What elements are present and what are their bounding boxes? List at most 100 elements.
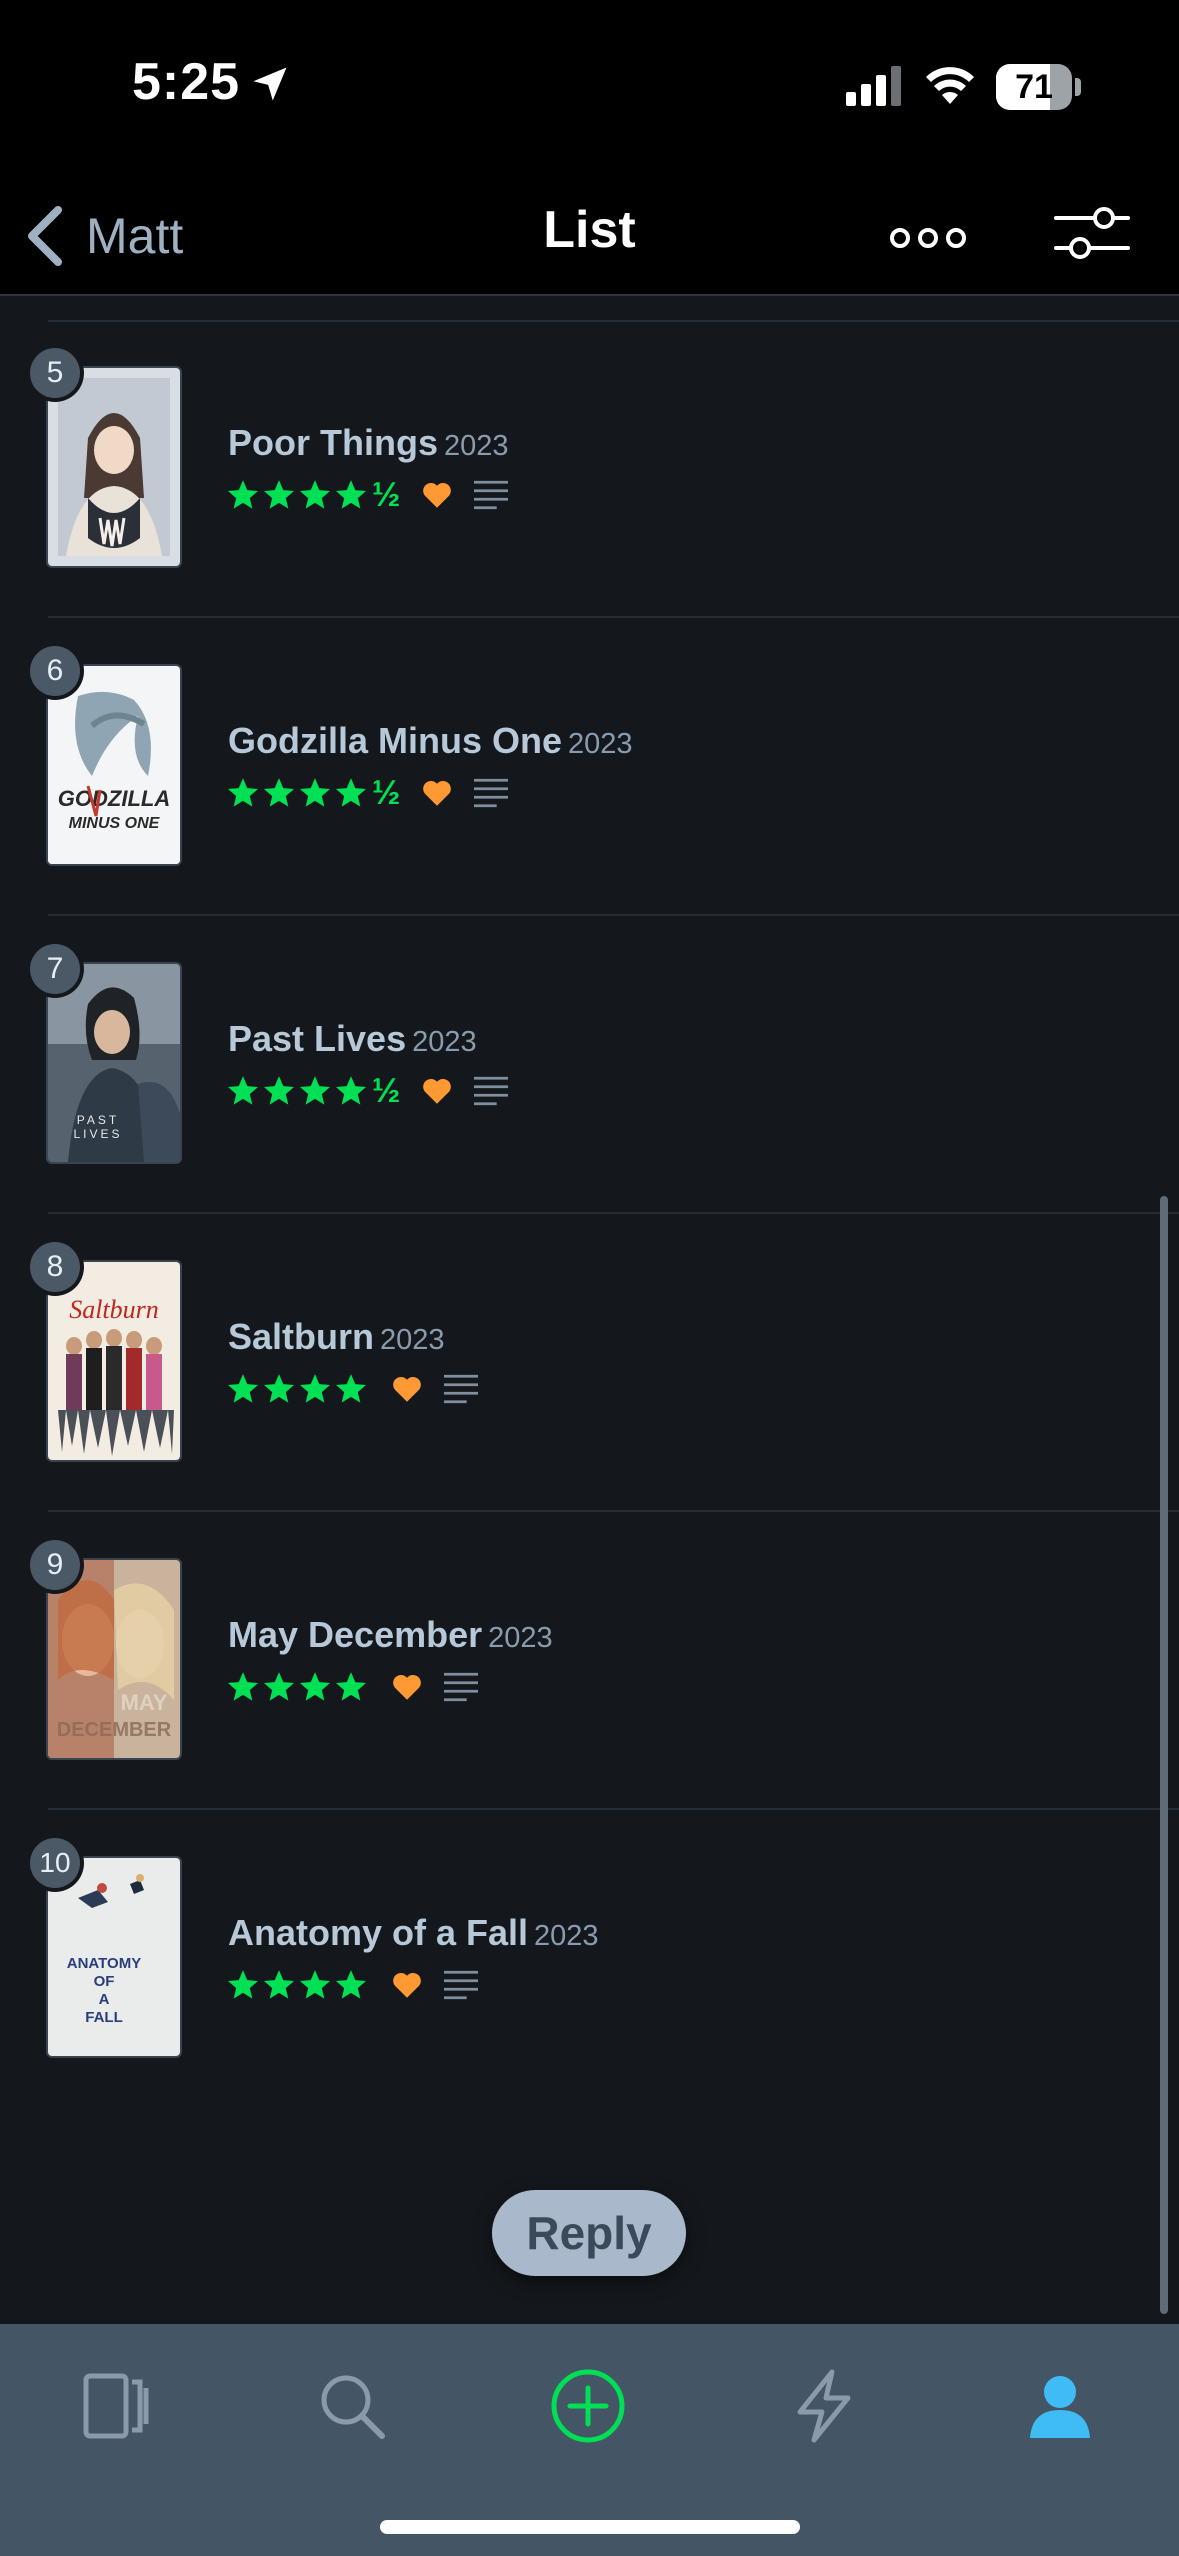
status-bar: 5:25 71 [0, 0, 1179, 170]
svg-text:LIVES: LIVES [73, 1127, 122, 1141]
star-icon [335, 480, 367, 509]
poster-godzilla: GODZILLA MINUS ONE [48, 666, 180, 864]
list-item[interactable]: PAST LIVES 7 Past Lives 2023 ½ [0, 916, 1179, 1214]
svg-text:A: A [99, 1991, 110, 2008]
star-icon [299, 1970, 331, 1999]
svg-text:MAY: MAY [121, 1690, 168, 1715]
review-lines-icon [444, 1672, 478, 1702]
tab-films[interactable] [66, 2356, 166, 2456]
chevron-left-icon [28, 206, 62, 266]
star-icon [227, 1374, 259, 1403]
list-item[interactable]: MAY DECEMBER 9 May December 2023 [0, 1512, 1179, 1810]
svg-text:ANATOMY: ANATOMY [67, 1955, 141, 1972]
film-poster[interactable] [48, 368, 180, 566]
film-poster[interactable]: ANATOMY OF A FALL [48, 1858, 180, 2056]
more-options-icon[interactable] [888, 218, 968, 258]
star-icon [299, 1076, 331, 1105]
review-lines-icon [474, 1076, 509, 1106]
film-meta [226, 1366, 480, 1412]
film-title: Anatomy of a Fall [228, 1912, 529, 1953]
tab-search[interactable] [302, 2356, 402, 2456]
star-icon [299, 1374, 331, 1403]
reply-button[interactable]: Reply [492, 2190, 686, 2276]
star-rating: ½ [226, 1074, 400, 1108]
poster-text: PAST [77, 1113, 119, 1127]
film-title: Saltburn [228, 1316, 375, 1357]
film-title: Godzilla Minus One [228, 720, 563, 761]
film-poster[interactable]: GODZILLA MINUS ONE [48, 666, 180, 864]
scrollbar[interactable] [1160, 1196, 1168, 2314]
film-poster[interactable]: PAST LIVES [48, 964, 180, 1162]
star-icon [263, 1672, 295, 1701]
rank-badge: 6 [30, 646, 80, 696]
location-arrow-icon [253, 67, 287, 101]
star-icon [335, 1374, 367, 1403]
film-year: 2023 [488, 1622, 553, 1654]
review-lines-icon [474, 480, 509, 510]
poster-poor-things [48, 368, 180, 566]
rank-badge: 5 [30, 348, 80, 398]
heart-icon [423, 482, 452, 508]
poster-saltburn: Saltburn [48, 1262, 180, 1460]
rank-badge: 10 [30, 1838, 80, 1888]
half-star-icon: ½ [372, 476, 401, 514]
battery-percent: 71 [1015, 68, 1053, 106]
heart-icon [423, 780, 452, 806]
filter-sliders-icon[interactable] [1052, 198, 1132, 268]
home-indicator [380, 2520, 800, 2534]
wifi-icon [926, 67, 974, 104]
list-item[interactable]: GODZILLA MINUS ONE 6 Godzilla Minus One 2… [0, 618, 1179, 916]
film-title: Past Lives [228, 1018, 407, 1059]
film-year: 2023 [444, 430, 509, 462]
list-item[interactable]: ANATOMY OF A FALL 10 Anatomy of a Fall 20… [0, 1810, 1179, 2108]
review-lines-icon [474, 778, 509, 808]
star-rating [226, 1372, 370, 1406]
film-meta: ½ [226, 472, 510, 518]
film-meta: ½ [226, 770, 510, 816]
review-lines-icon [444, 1374, 478, 1404]
back-button[interactable]: Matt [22, 196, 183, 276]
film-poster[interactable]: MAY DECEMBER [48, 1560, 180, 1758]
lightning-icon [797, 2369, 851, 2443]
list-item[interactable]: Saltburn 8 Saltburn 2023 [0, 1214, 1179, 1512]
star-icon [227, 1076, 259, 1105]
star-icon [335, 1672, 367, 1701]
film-poster[interactable]: Saltburn [48, 1262, 180, 1460]
status-time: 5:25 [132, 53, 241, 111]
heart-icon [393, 1674, 421, 1700]
star-icon [227, 778, 259, 807]
heart-icon [423, 1078, 452, 1104]
poster-past-lives: PAST LIVES [48, 964, 180, 1162]
half-star-icon: ½ [372, 1072, 401, 1110]
rank-badge: 7 [30, 944, 80, 994]
review-lines-icon [444, 1970, 478, 2000]
star-icon [227, 480, 259, 509]
tab-activity[interactable] [774, 2356, 874, 2456]
list-item[interactable]: 5 Poor Things 2023 ½ [0, 320, 1179, 618]
add-icon [551, 2369, 625, 2443]
film-title: May December [228, 1614, 483, 1655]
star-icon [335, 1076, 367, 1105]
film-year: 2023 [412, 1026, 477, 1058]
star-icon [335, 778, 367, 807]
star-icon [299, 778, 331, 807]
star-icon [335, 1970, 367, 1999]
star-rating [226, 1670, 370, 1704]
star-icon [263, 1970, 295, 1999]
tab-add[interactable] [538, 2356, 638, 2456]
film-year: 2023 [380, 1324, 445, 1356]
poster-may-december: MAY DECEMBER [48, 1560, 180, 1758]
svg-text:OF: OF [94, 1973, 115, 1990]
navigation-bar: Matt List [0, 170, 1179, 296]
tab-profile[interactable] [1010, 2356, 1110, 2456]
star-icon [263, 1374, 295, 1403]
search-icon [321, 2375, 385, 2439]
svg-text:DECEMBER: DECEMBER [57, 1719, 172, 1741]
star-icon [299, 480, 331, 509]
svg-text:Saltburn: Saltburn [69, 1295, 159, 1324]
film-meta [226, 1962, 480, 2008]
star-rating: ½ [226, 478, 400, 512]
poster-anatomy-of-a-fall: ANATOMY OF A FALL [48, 1858, 180, 2056]
film-year: 2023 [534, 1920, 599, 1952]
rank-badge: 9 [30, 1540, 80, 1590]
